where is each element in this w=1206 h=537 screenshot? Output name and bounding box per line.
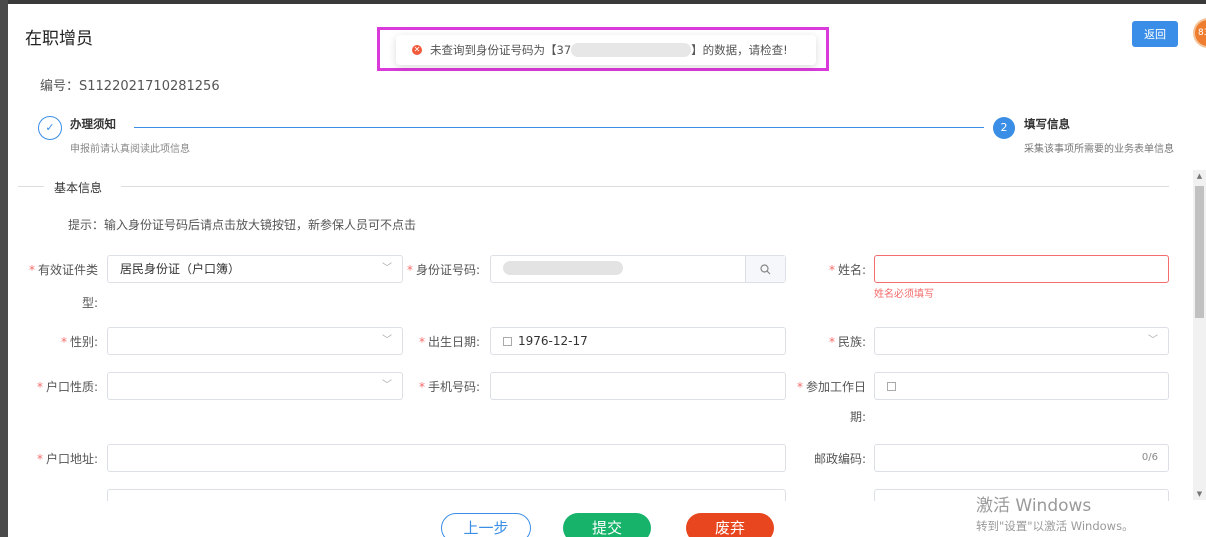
work-date-label: * 参加工作日	[796, 380, 866, 394]
ethnicity-select[interactable]: ﹀	[874, 327, 1169, 355]
section-divider	[121, 186, 1169, 187]
step-connector	[134, 127, 984, 128]
next-row-input[interactable]	[107, 489, 786, 501]
id-type-value: 居民身份证（户口簿）	[120, 262, 241, 276]
gender-select[interactable]: ﹀	[107, 327, 403, 355]
phone-label: * 手机号码:	[418, 380, 480, 394]
chevron-down-icon: ﹀	[382, 380, 392, 391]
hukou-type-label: * 户口性质:	[36, 380, 98, 394]
record-code: 编号：S1122021710281256	[40, 79, 220, 94]
chevron-down-icon: ﹀	[382, 335, 392, 346]
work-date-label-cont: 期:	[849, 410, 866, 424]
postal-code-input[interactable]: 0/6	[874, 444, 1169, 472]
phone-input[interactable]	[490, 372, 786, 400]
postal-code-label: 邮政编码:	[813, 452, 866, 466]
search-icon	[760, 264, 771, 275]
id-number-label: * 身份证号码:	[406, 263, 480, 277]
hukou-address-input[interactable]	[107, 444, 786, 472]
prev-step-button[interactable]: 上一步	[441, 513, 531, 537]
name-error-message: 姓名必须填写	[874, 289, 934, 300]
birth-date-input[interactable]: 1976-12-17	[490, 327, 786, 355]
char-counter: 0/6	[1141, 452, 1158, 463]
redacted-id-mask	[571, 43, 692, 57]
chevron-down-icon: ﹀	[1148, 335, 1158, 346]
page-title: 在职增员	[25, 29, 93, 49]
scroll-thumb[interactable]	[1195, 186, 1204, 318]
redacted-id-value	[503, 261, 623, 275]
error-alert: ✕ 未查询到身份证号码为【37 】的数据，请检查!	[396, 35, 816, 65]
windows-activation-watermark: 激活 Windows 转到"设置"以激活 Windows。	[976, 491, 1134, 534]
alert-text-after: 】的数据，请检查!	[691, 43, 788, 57]
back-button[interactable]: 返回	[1132, 21, 1178, 47]
submit-button[interactable]: 提交	[563, 513, 651, 537]
window-left-edge	[0, 0, 8, 537]
steps-bar: ✓ 办理须知 申报前请认真阅读此项信息 2 填写信息 采集该事项所需要的业务表单…	[38, 113, 1178, 158]
work-date-input[interactable]	[874, 372, 1169, 400]
step-2-desc: 采集该事项所需要的业务表单信息	[1024, 144, 1174, 155]
step-2-title: 填写信息	[1024, 117, 1070, 131]
hukou-address-label: * 户口地址:	[36, 452, 98, 466]
section-title: 基本信息	[54, 181, 103, 195]
name-input[interactable]	[874, 255, 1169, 283]
alert-text-before: 未查询到身份证号码为【37	[430, 43, 572, 57]
hukou-type-select[interactable]: ﹀	[107, 372, 403, 400]
section-divider	[18, 186, 44, 187]
birth-date-value: 1976-12-17	[518, 334, 588, 348]
avatar[interactable]: 83	[1193, 18, 1206, 48]
name-label: * 姓名:	[828, 263, 866, 277]
page-container: 在职增员 返回 83 ✕ 未查询到身份证号码为【37 】的数据，请检查! 编号：…	[8, 4, 1206, 537]
ethnicity-label: * 民族:	[828, 335, 866, 349]
search-button[interactable]	[745, 256, 785, 282]
step-1-title: 办理须知	[70, 117, 116, 131]
birth-date-label: * 出生日期:	[418, 335, 480, 349]
form-hint: 提示：输入身份证号码后请点击放大镜按钮，新参保人员可不点击	[68, 218, 417, 232]
error-icon: ✕	[412, 45, 422, 55]
calendar-icon	[887, 382, 896, 391]
vertical-scrollbar[interactable]: ▲ ▼	[1193, 170, 1206, 500]
step-2-number: 2	[993, 117, 1015, 139]
chevron-down-icon: ﹀	[382, 263, 392, 274]
watermark-line-2: 转到"设置"以激活 Windows。	[976, 519, 1134, 533]
id-number-input[interactable]	[490, 255, 786, 283]
scroll-up-arrow-icon[interactable]: ▲	[1193, 172, 1206, 180]
step-1-check-icon: ✓	[38, 116, 62, 140]
id-type-label: * 有效证件类	[28, 263, 98, 277]
step-1-desc: 申报前请认真阅读此项信息	[70, 144, 190, 155]
id-type-label-cont: 型:	[81, 296, 98, 310]
scroll-down-arrow-icon[interactable]: ▼	[1193, 490, 1206, 498]
calendar-icon	[503, 337, 512, 346]
id-type-select[interactable]: 居民身份证（户口簿） ﹀	[107, 255, 403, 283]
watermark-line-1: 激活 Windows	[976, 496, 1092, 516]
discard-button[interactable]: 废弃	[686, 513, 774, 537]
gender-label: * 性别:	[60, 335, 98, 349]
